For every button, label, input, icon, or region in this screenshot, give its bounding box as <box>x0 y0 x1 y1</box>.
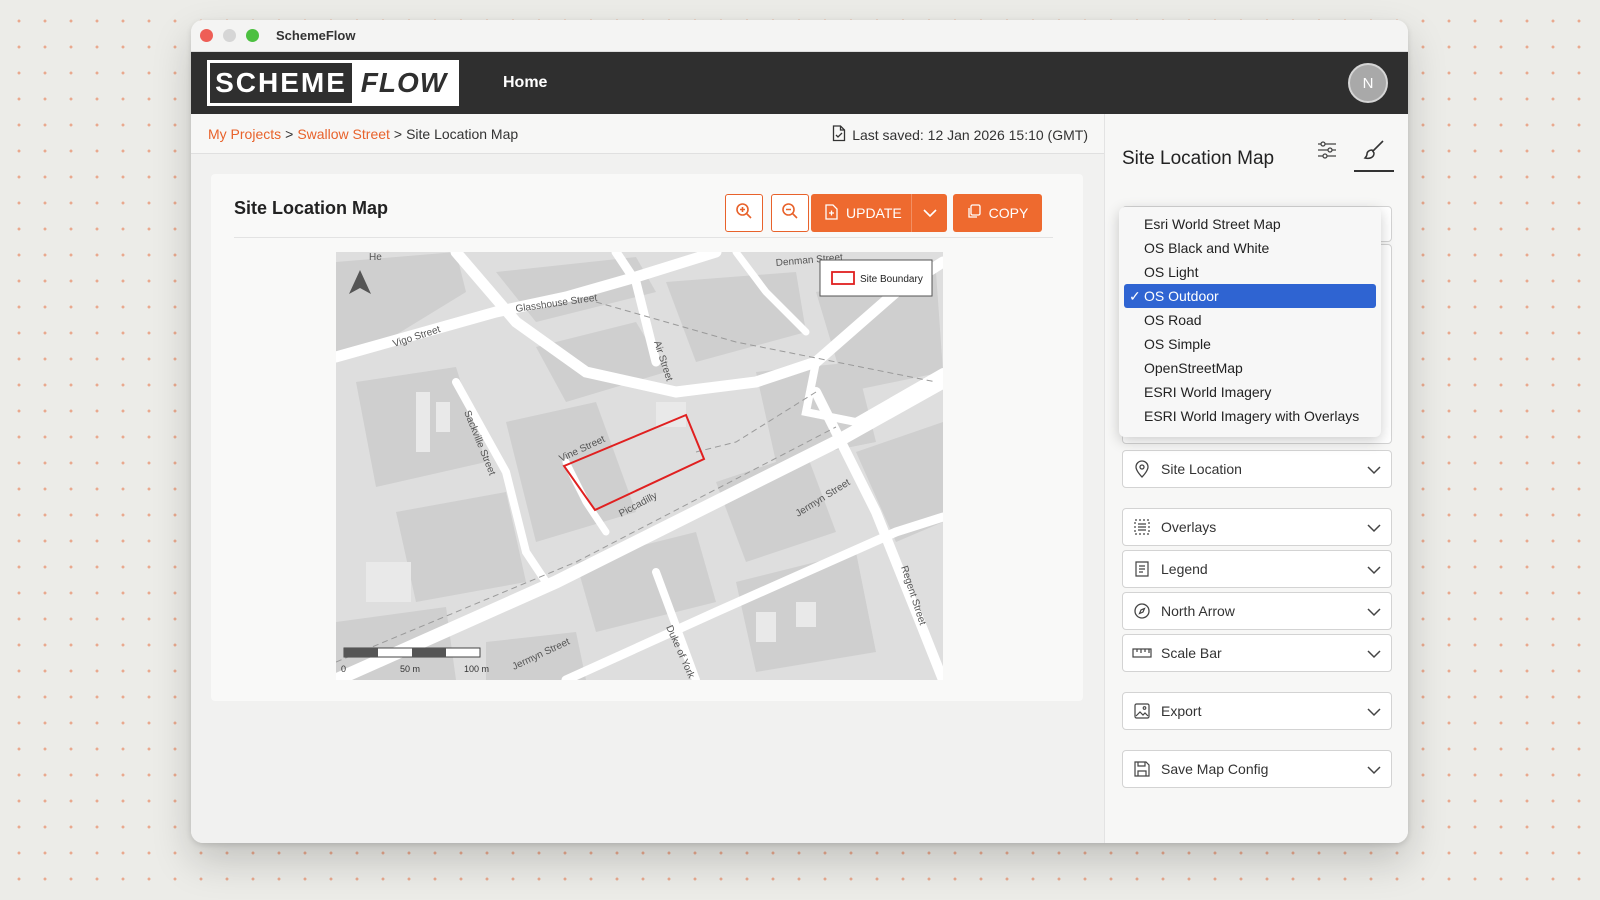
title-bar: SchemeFlow <box>191 20 1408 52</box>
basemap-dropdown-menu: Esri World Street Map OS Black and White… <box>1119 207 1381 437</box>
basemap-option[interactable]: OpenStreetMap <box>1119 356 1381 380</box>
close-window-button[interactable] <box>200 29 213 42</box>
basemap-option[interactable]: OS Light <box>1119 260 1381 284</box>
scale-label-0: 0 <box>341 664 346 674</box>
basemap-option[interactable]: OS Simple <box>1119 332 1381 356</box>
update-dropdown-toggle[interactable] <box>911 194 947 232</box>
card-divider <box>234 237 1053 238</box>
accordion-site-location[interactable]: Site Location <box>1122 450 1392 488</box>
style-brush-tab[interactable] <box>1360 138 1388 166</box>
settings-sliders-tab[interactable] <box>1313 138 1341 166</box>
main-content: My Projects > Swallow Street > Site Location… <box>191 114 1104 843</box>
basemap-option[interactable]: OS Road <box>1119 308 1381 332</box>
chevron-down-icon <box>1367 762 1381 778</box>
zoom-in-button[interactable] <box>725 194 763 232</box>
sidebar-title: Site Location Map <box>1122 148 1275 169</box>
checkmark-icon: ✓ <box>1129 288 1141 304</box>
compass-icon <box>1132 601 1152 621</box>
breadcrumb: My Projects > Swallow Street > Site Location… <box>208 126 518 142</box>
breadcrumb-current: Site Location Map <box>406 126 519 142</box>
accordion-scale-bar[interactable]: Scale Bar <box>1122 634 1392 672</box>
accordion-label: Site Location <box>1161 461 1242 477</box>
basemap-option[interactable]: OS Black and White <box>1119 236 1381 260</box>
ruler-icon <box>1132 643 1152 663</box>
last-saved-text: Last saved: 12 Jan 2026 15:10 (GMT) <box>852 127 1088 143</box>
copy-button[interactable]: COPY <box>953 194 1042 232</box>
update-file-icon <box>825 203 838 223</box>
chevron-down-icon <box>1367 704 1381 720</box>
chevron-down-icon <box>922 205 937 221</box>
document-icon <box>832 125 846 145</box>
accordion-label: North Arrow <box>1161 603 1235 619</box>
chevron-down-icon <box>1367 604 1381 620</box>
accordion-export[interactable]: Export <box>1122 692 1392 730</box>
last-saved-status: Last saved: 12 Jan 2026 15:10 (GMT) <box>832 125 1088 145</box>
chevron-down-icon <box>1367 562 1381 578</box>
location-pin-icon <box>1132 459 1152 479</box>
logo-text-scheme: SCHEME <box>210 63 352 103</box>
minimize-window-button[interactable] <box>223 29 236 42</box>
breadcrumb-bar: My Projects > Swallow Street > Site Location… <box>191 114 1104 154</box>
schemeflow-logo[interactable]: SCHEME FLOW <box>207 60 459 106</box>
basemap-option[interactable]: Esri World Street Map <box>1119 212 1381 236</box>
active-tab-indicator <box>1354 170 1394 172</box>
nav-home-link[interactable]: Home <box>503 74 547 92</box>
card-title: Site Location Map <box>234 198 389 218</box>
chevron-down-icon <box>1367 646 1381 662</box>
accordion-label: Export <box>1161 703 1202 719</box>
breadcrumb-my-projects[interactable]: My Projects <box>208 126 281 142</box>
accordion-label: Scale Bar <box>1161 645 1222 661</box>
chevron-down-icon <box>1367 462 1381 478</box>
paintbrush-icon <box>1363 139 1385 166</box>
copy-icon <box>967 204 981 222</box>
top-navbar: SCHEME FLOW Home N <box>191 52 1408 114</box>
sliders-icon <box>1317 140 1337 164</box>
overlays-icon <box>1132 517 1152 537</box>
accordion-label: Legend <box>1161 561 1208 577</box>
accordion-legend[interactable]: Legend <box>1122 550 1392 588</box>
export-image-icon <box>1132 701 1152 721</box>
maximize-window-button[interactable] <box>246 29 259 42</box>
copy-label: COPY <box>988 205 1029 221</box>
scale-label-100: 100 m <box>464 664 489 674</box>
accordion-label: Overlays <box>1161 519 1217 535</box>
breadcrumb-separator: > <box>285 126 294 142</box>
user-avatar[interactable]: N <box>1348 63 1388 103</box>
accordion-overlays[interactable]: Overlays <box>1122 508 1392 546</box>
legend-site-boundary-label: Site Boundary <box>860 274 923 285</box>
logo-text-flow: FLOW <box>352 63 456 103</box>
accordion-save-map-config[interactable]: Save Map Config <box>1122 750 1392 788</box>
zoom-in-icon <box>735 202 753 225</box>
update-main[interactable]: UPDATE <box>811 203 911 223</box>
basemap-option-label: OS Outdoor <box>1144 288 1219 304</box>
basemap-option[interactable]: ESRI World Imagery <box>1119 380 1381 404</box>
map-legend: Site Boundary <box>819 259 933 297</box>
breadcrumb-separator: > <box>393 126 403 142</box>
chevron-down-icon <box>1367 520 1381 536</box>
map-card: Site Location Map UPDATE COPY Glasshouse… <box>211 174 1083 701</box>
update-button[interactable]: UPDATE <box>811 194 947 232</box>
site-location-map[interactable]: Glasshouse Street Vigo Street Air Street… <box>336 252 943 680</box>
update-label: UPDATE <box>846 205 902 221</box>
basemap-option[interactable]: ESRI World Imagery with Overlays <box>1119 404 1381 428</box>
window-title: SchemeFlow <box>276 28 356 43</box>
scale-label-50: 50 m <box>400 664 420 674</box>
accordion-north-arrow[interactable]: North Arrow <box>1122 592 1392 630</box>
zoom-out-button[interactable] <box>771 194 809 232</box>
accordion-label: Save Map Config <box>1161 761 1269 777</box>
zoom-out-icon <box>781 202 799 225</box>
save-icon <box>1132 759 1152 779</box>
breadcrumb-swallow-street[interactable]: Swallow Street <box>297 126 390 142</box>
map-street-label: He <box>369 252 382 263</box>
legend-icon <box>1132 559 1152 579</box>
basemap-option-selected[interactable]: ✓ OS Outdoor <box>1124 284 1376 308</box>
